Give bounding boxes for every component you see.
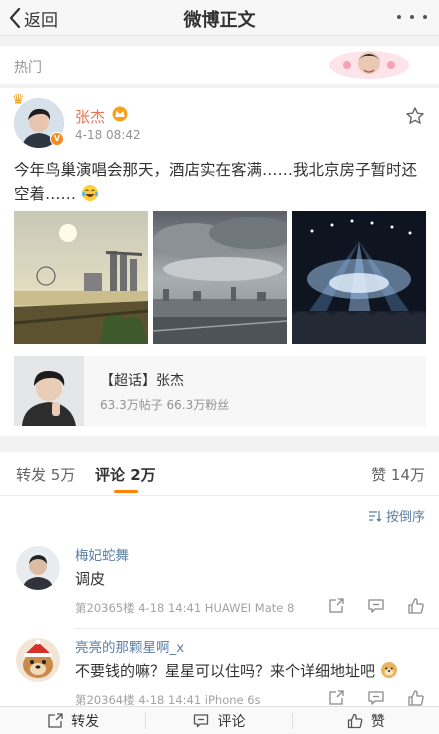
back-button[interactable]: 返回 [8, 4, 58, 32]
back-label: 返回 [24, 10, 58, 31]
cloudy-city-image [153, 211, 287, 344]
comment-item: 梅妃蛇舞 调皮 第20365楼 4-18 14:41 HUAWEI Mate 8 [0, 536, 439, 629]
post-image-3[interactable] [292, 211, 426, 344]
sort-icon [368, 510, 382, 522]
tab-like[interactable]: 赞 14万 [371, 464, 425, 485]
post-image-2[interactable] [153, 211, 287, 344]
commenter-name[interactable]: 梅妃蛇舞 [75, 544, 129, 564]
comment-actions [327, 689, 425, 707]
tab-comment[interactable]: 评论 2万 [95, 464, 156, 485]
reply-icon[interactable] [367, 689, 385, 707]
bottom-comment-label: 评论 [217, 713, 246, 730]
thumbs-up-icon[interactable] [407, 689, 425, 707]
active-tab-indicator [114, 490, 138, 493]
concert-stage-lights-image [292, 211, 426, 344]
topic-thumbnail [14, 356, 84, 426]
decorative-sticker-icon [329, 51, 409, 79]
commenter-name[interactable]: 亮亮的那颗星啊_x [75, 636, 184, 656]
page-title: 微博正文 [183, 10, 256, 31]
top-nav-bar: 返回 微博正文 [0, 0, 439, 36]
post-timestamp: 4-18 08:42 [75, 128, 141, 142]
bottom-like-label: 赞 [370, 713, 385, 730]
star-icon[interactable] [405, 106, 425, 126]
post-image-grid [14, 211, 426, 344]
author-name[interactable]: 张杰 [75, 106, 105, 127]
post-image-1[interactable] [14, 211, 148, 344]
commenter-avatar[interactable] [16, 546, 60, 590]
hot-label: 热门 [14, 60, 42, 76]
more-options-button[interactable] [397, 6, 427, 28]
comments-section: 按倒序 梅妃蛇舞 调皮 第20365楼 4-18 14:41 HUAWEI Ma… [0, 496, 439, 707]
topic-thumbnail-image [14, 356, 84, 426]
city-skyline-sunset-image [14, 211, 148, 344]
topic-stats: 63.3万帖子 66.3万粉丝 [100, 398, 230, 412]
bottom-action-bar: 转发 评论 赞 [0, 706, 439, 734]
post-body-text: 今年鸟巢演唱会那天，酒店实在客满……我北京房子暂时还空着…… [14, 161, 418, 203]
thumbs-up-icon [347, 713, 363, 728]
comment-actions [327, 597, 425, 615]
share-icon[interactable] [327, 689, 345, 707]
comment-text: 不要钱的嘛？星星可以住吗？来个详细地址吧 [75, 660, 398, 681]
comment-icon [194, 713, 209, 727]
weibo-post: ♛ V 张杰 4-18 08:42 今年鸟巢演唱会那天，酒店实在客满……我北京房… [0, 88, 439, 436]
reply-icon[interactable] [367, 597, 385, 615]
comment-text: 调皮 [75, 570, 106, 588]
bottom-like-button[interactable]: 赞 [293, 707, 439, 734]
sort-label: 按倒序 [385, 510, 425, 525]
comment-meta: 第20365楼 4-18 14:41 HUAWEI Mate 8 [75, 601, 295, 615]
thumbs-up-icon[interactable] [407, 597, 425, 615]
more-dots-icon [397, 15, 401, 19]
comment-body-text: 不要钱的嘛？星星可以住吗？来个详细地址吧 [75, 662, 376, 680]
super-topic-card[interactable]: 【超话】张杰 63.3万帖子 66.3万粉丝 [14, 356, 426, 426]
commenter-avatar-image [16, 638, 60, 682]
topic-title: 【超话】张杰 [100, 373, 184, 389]
bottom-forward-button[interactable]: 转发 [0, 707, 147, 734]
crown-badge-icon: ♛ [12, 92, 25, 108]
interaction-tabs: 转发 5万 评论 2万 赞 14万 [0, 452, 439, 496]
forward-icon [48, 712, 63, 728]
doge-emoji-icon [380, 662, 397, 678]
bottom-forward-label: 转发 [71, 713, 100, 730]
commenter-avatar-image [16, 546, 60, 590]
laughing-tears-emoji-icon [81, 185, 98, 201]
post-text: 今年鸟巢演唱会那天，酒店实在客满……我北京房子暂时还空着…… [14, 158, 426, 206]
chevron-left-icon [9, 7, 21, 29]
vip-crown-icon [112, 106, 128, 122]
tab-forward[interactable]: 转发 5万 [16, 464, 75, 485]
hot-section-header: 热门 [0, 46, 439, 84]
verified-badge-icon: V [50, 132, 64, 146]
sort-order-button[interactable]: 按倒序 [368, 506, 425, 525]
bottom-comment-button[interactable]: 评论 [146, 707, 293, 734]
share-icon[interactable] [327, 597, 345, 615]
commenter-avatar[interactable] [16, 638, 60, 682]
